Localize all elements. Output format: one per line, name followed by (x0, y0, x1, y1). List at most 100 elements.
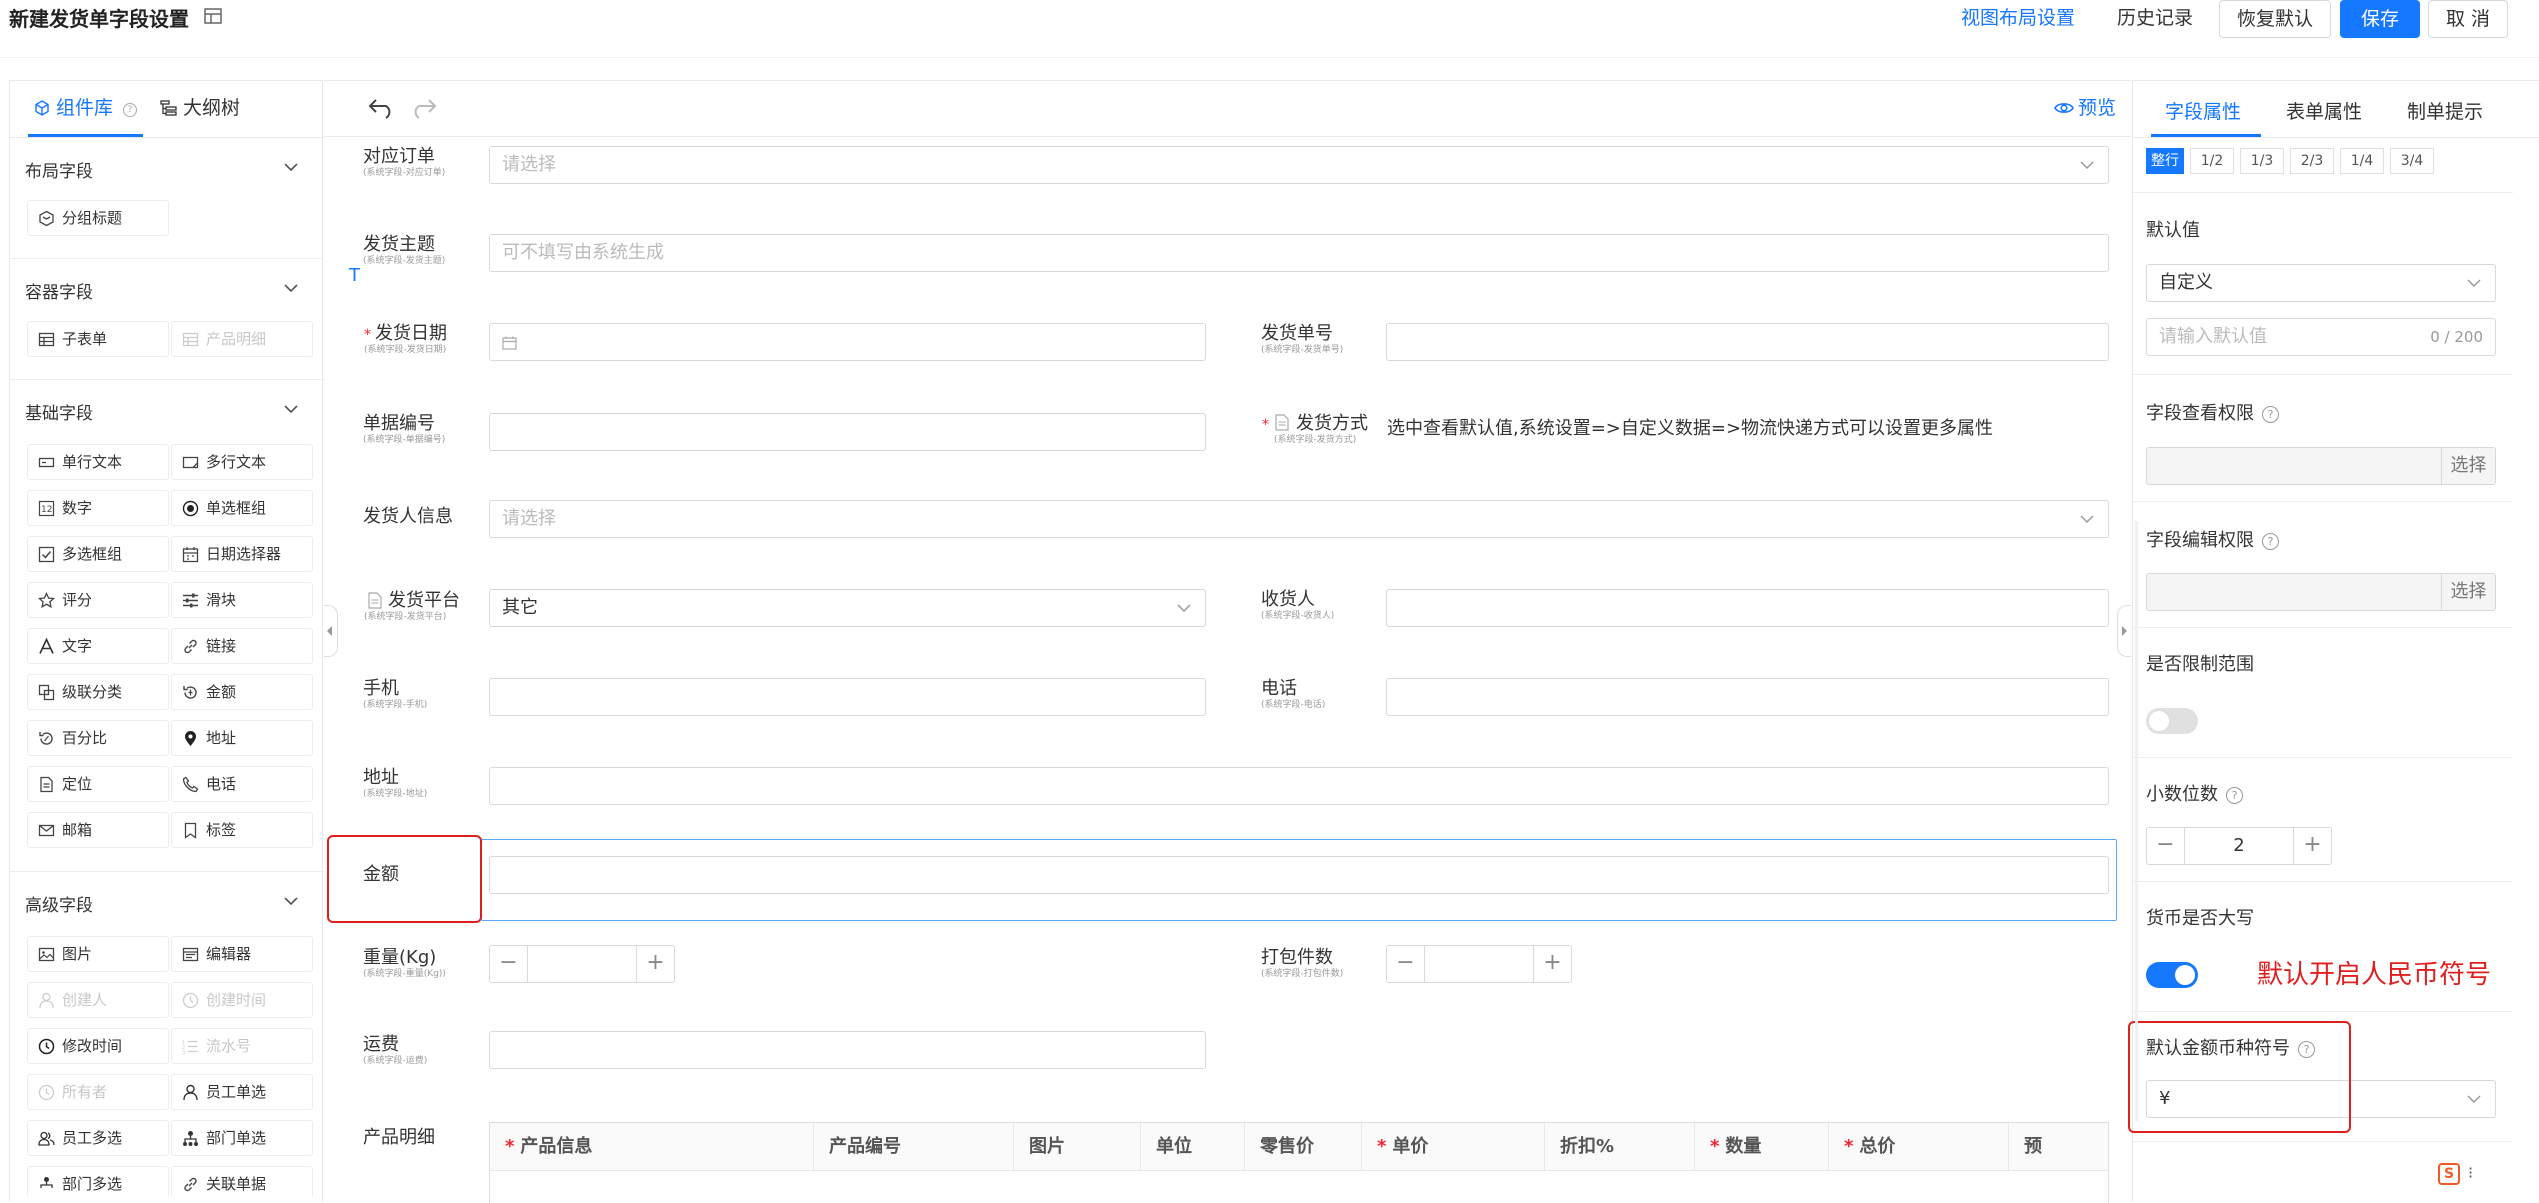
property-tabs: 字段属性 表单属性 制单提示 (2133, 81, 2539, 138)
width-option[interactable]: 1/4 (2340, 148, 2384, 174)
mobile-input[interactable] (489, 678, 1206, 716)
cancel-button[interactable]: 取 消 (2428, 0, 2508, 38)
chevron-down-icon[interactable] (284, 284, 298, 293)
section-title-advanced[interactable]: 高级字段 (25, 891, 93, 916)
preview-button[interactable]: 预览 (2054, 96, 2116, 120)
help-icon[interactable]: ? (2262, 533, 2279, 550)
layout-icon[interactable] (204, 8, 224, 26)
field-sub-doc-no: (系统字段-单据编号) (363, 435, 446, 445)
limit-range-toggle[interactable] (2146, 708, 2198, 734)
component-employee-single[interactable]: 员工单选 (171, 1074, 313, 1110)
packages-stepper[interactable]: − + (1386, 945, 1572, 983)
component-department-multi[interactable]: 部门多选 (27, 1166, 169, 1198)
cube-icon (35, 100, 49, 116)
uppercase-toggle[interactable] (2146, 962, 2198, 988)
redo-icon[interactable] (409, 97, 437, 119)
ship-date-picker[interactable] (489, 323, 1206, 361)
weight-stepper[interactable]: − + (489, 945, 675, 983)
component-address[interactable]: 地址 (171, 720, 313, 756)
restore-default-button[interactable]: 恢复默认 (2219, 0, 2331, 38)
subject-input[interactable]: 可不填写由系统生成 (489, 234, 2109, 272)
component-date-picker[interactable]: 日期选择器 (171, 536, 313, 572)
platform-select[interactable]: 其它 (489, 589, 1206, 627)
address-input[interactable] (489, 767, 2109, 805)
plus-button[interactable]: + (2293, 828, 2331, 864)
minus-button[interactable]: − (2147, 828, 2185, 864)
tab-field-properties[interactable]: 字段属性 (2165, 97, 2241, 124)
component-amount[interactable]: 金额 (171, 674, 313, 710)
component-department-single[interactable]: 部门单选 (171, 1120, 313, 1156)
tab-document-hint[interactable]: 制单提示 (2407, 97, 2483, 124)
component-multi-line-text[interactable]: 多行文本 (171, 444, 313, 480)
width-option[interactable]: 整行 (2146, 148, 2184, 174)
component-number[interactable]: 12 数字 (27, 490, 169, 526)
component-email[interactable]: 邮箱 (27, 812, 169, 848)
component-locate[interactable]: 定位 (27, 766, 169, 802)
component-subform[interactable]: 子表单 (27, 321, 169, 357)
component-slider[interactable]: 滑块 (171, 582, 313, 618)
tab-form-properties[interactable]: 表单属性 (2286, 97, 2362, 124)
width-option[interactable]: 3/4 (2390, 148, 2434, 174)
component-link[interactable]: 链接 (171, 628, 313, 664)
minus-button[interactable]: − (1387, 946, 1425, 982)
help-icon[interactable]: ? (2262, 406, 2279, 423)
plus-button[interactable]: + (636, 946, 674, 982)
view-permission-select-button[interactable]: 选择 (2441, 448, 2495, 484)
tel-input[interactable] (1386, 678, 2109, 716)
width-option[interactable]: 2/3 (2290, 148, 2334, 174)
view-layout-button[interactable]: 视图布局设置 (1958, 0, 2078, 38)
minus-button[interactable]: − (490, 946, 528, 982)
component-group-title[interactable]: 分组标题 (27, 200, 169, 236)
sender-select[interactable]: 请选择 (489, 500, 2109, 538)
component-related-document[interactable]: 关联单据 (171, 1166, 313, 1198)
editor-icon (182, 947, 199, 962)
default-value-type-select[interactable]: 自定义 (2146, 264, 2496, 302)
component-cascade[interactable]: 级联分类 (27, 674, 169, 710)
component-percent[interactable]: 百分比 (27, 720, 169, 756)
collapse-left-handle[interactable] (324, 605, 338, 657)
help-icon[interactable]: ? (123, 103, 138, 117)
decimals-stepper[interactable]: − 2 + (2146, 827, 2332, 865)
chevron-down-icon[interactable] (284, 405, 298, 414)
component-single-line-text[interactable]: 单行文本 (27, 444, 169, 480)
chevron-down-icon[interactable] (284, 163, 298, 172)
freight-input[interactable] (489, 1031, 1206, 1069)
width-option[interactable]: 1/2 (2190, 148, 2234, 174)
component-modify-time[interactable]: 修改时间 (27, 1028, 169, 1064)
component-rating[interactable]: 评分 (27, 582, 169, 618)
section-title-layout[interactable]: 布局字段 (25, 157, 93, 182)
chevron-down-icon[interactable] (284, 897, 298, 906)
edit-permission-select-button[interactable]: 选择 (2441, 574, 2495, 610)
save-button[interactable]: 保存 (2340, 0, 2420, 38)
section-title-basic[interactable]: 基础字段 (25, 399, 93, 424)
component-checkbox-group[interactable]: 多选框组 (27, 536, 169, 572)
corner-widget[interactable]: S ⁝ (2438, 1161, 2498, 1191)
plus-button[interactable]: + (1533, 946, 1571, 982)
width-option[interactable]: 1/3 (2240, 148, 2284, 174)
component-radio-group[interactable]: 单选框组 (171, 490, 313, 526)
help-icon[interactable]: ? (2226, 787, 2243, 804)
tab-outline-tree[interactable]: 大纲树 (160, 95, 240, 121)
component-tag[interactable]: 标签 (171, 812, 313, 848)
tab-component-library[interactable]: 组件库 ? (34, 95, 138, 121)
component-phone[interactable]: 电话 (171, 766, 313, 802)
decimals-value[interactable]: 2 (2185, 828, 2293, 864)
order-select[interactable]: 请选择 (489, 146, 2109, 184)
scrollbar-track[interactable] (2135, 521, 2138, 1121)
doc-no-input[interactable] (489, 413, 1206, 451)
component-image[interactable]: 图片 (27, 936, 169, 972)
component-editor[interactable]: 编辑器 (171, 936, 313, 972)
component-text[interactable]: 文字 (27, 628, 169, 664)
view-permission-field[interactable]: 选择 (2146, 447, 2496, 485)
component-employee-multi[interactable]: 员工多选 (27, 1120, 169, 1156)
history-button[interactable]: 历史记录 (2110, 0, 2200, 38)
uppercase-label: 货币是否大写 (2146, 908, 2254, 929)
receiver-input[interactable] (1386, 589, 2109, 627)
collapse-right-handle[interactable] (2117, 605, 2131, 657)
edit-permission-field[interactable]: 选择 (2146, 573, 2496, 611)
section-title-container[interactable]: 容器字段 (25, 278, 93, 303)
undo-icon[interactable] (368, 97, 396, 119)
amount-input[interactable] (489, 856, 2109, 894)
ship-no-input[interactable] (1386, 323, 2109, 361)
default-value-input[interactable]: 请输入默认值 0 / 200 (2146, 318, 2496, 356)
